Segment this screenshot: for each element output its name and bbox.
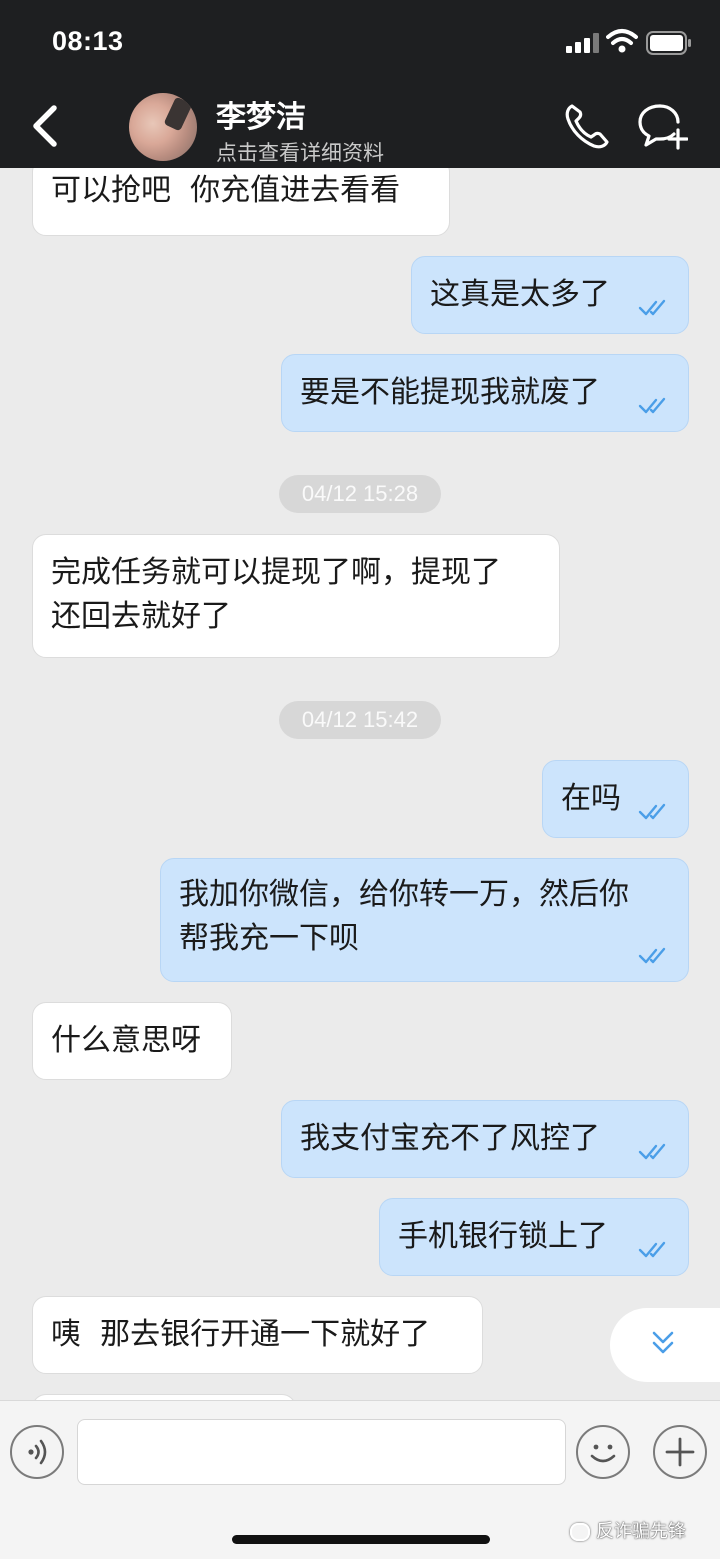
scroll-to-bottom-button[interactable]: [610, 1308, 720, 1382]
message-text: 完成任务就可以提现了啊，提现了 还回去就好了: [51, 555, 501, 634]
chat-header: 08:13 李梦洁 点击查看详细资料: [0, 0, 720, 168]
message-incoming[interactable]: 咦 那去银行开通一下就好了: [32, 1296, 483, 1374]
message-text: 什么意思呀: [51, 1023, 201, 1058]
message-incoming[interactable]: 什么意思呀: [32, 1002, 232, 1080]
message-incoming[interactable]: 完成任务就可以提现了啊，提现了 还回去就好了: [32, 534, 560, 658]
contact-name[interactable]: 李梦洁: [216, 92, 306, 136]
back-arrow-icon[interactable]: [22, 100, 68, 152]
voice-icon: [28, 1439, 47, 1465]
double-check-icon: [638, 299, 666, 316]
battery-icon: [646, 31, 691, 55]
double-check-icon: [638, 397, 666, 414]
emoji-icon: [590, 1444, 616, 1463]
message-outgoing[interactable]: 要是不能提现我就废了: [281, 354, 689, 432]
watermark-text: 反诈骗先锋: [596, 1521, 686, 1542]
message-outgoing[interactable]: 在吗: [542, 760, 689, 838]
message-outgoing[interactable]: 这真是太多了: [411, 256, 689, 334]
message-text: 我支付宝充不了风控了: [300, 1121, 600, 1156]
signal-icon: [566, 33, 599, 53]
message-outgoing[interactable]: 手机银行锁上了: [379, 1198, 689, 1276]
double-check-icon: [638, 803, 666, 820]
view-profile-link[interactable]: 点击查看详细资料: [216, 137, 384, 167]
message-text: 可以抢吧 你充值进去看看: [51, 173, 401, 208]
message-text: 这真是太多了: [430, 277, 610, 312]
message-text: 要是不能提现我就废了: [300, 375, 600, 410]
message-outgoing[interactable]: 我加你微信，给你转一万，然后你 帮我充一下呗: [160, 858, 689, 982]
message-text: 我加你微信，给你转一万，然后你 帮我充一下呗: [179, 877, 629, 956]
message-list[interactable]: 可以抢吧 你充值进去看看 这真是太多了 要是不能提现我就废了 04/12 15:…: [0, 168, 720, 1400]
double-check-icon: [638, 1241, 666, 1258]
double-check-icon: [638, 1143, 666, 1160]
message-text: 手机银行锁上了: [398, 1219, 608, 1254]
emoji-button[interactable]: [576, 1425, 630, 1479]
wifi-icon: [606, 29, 638, 53]
contact-avatar[interactable]: [129, 93, 197, 161]
message-text: 咦 那去银行开通一下就好了: [51, 1317, 431, 1352]
more-actions-button[interactable]: [653, 1425, 707, 1479]
phone-icon[interactable]: [562, 100, 612, 152]
chevron-double-down-icon: [652, 1331, 674, 1354]
message-outgoing[interactable]: 我支付宝充不了风控了: [281, 1100, 689, 1178]
plus-icon: [665, 1437, 695, 1467]
home-indicator[interactable]: [232, 1535, 490, 1544]
double-check-icon: [638, 947, 666, 964]
chat-add-icon[interactable]: [636, 100, 688, 152]
watermark: 反诈骗先锋: [570, 1517, 686, 1543]
message-text: 在吗: [561, 781, 621, 816]
message-input-bar: 反诈骗先锋: [0, 1400, 720, 1559]
timestamp-divider: 04/12 15:42: [279, 701, 441, 739]
message-input[interactable]: [77, 1419, 566, 1485]
wechat-icon: [570, 1523, 590, 1541]
voice-button[interactable]: [10, 1425, 64, 1479]
message-incoming[interactable]: 可以抢吧 你充值进去看看: [32, 168, 450, 236]
status-time: 08:13: [52, 26, 124, 56]
timestamp-divider: 04/12 15:28: [279, 475, 441, 513]
